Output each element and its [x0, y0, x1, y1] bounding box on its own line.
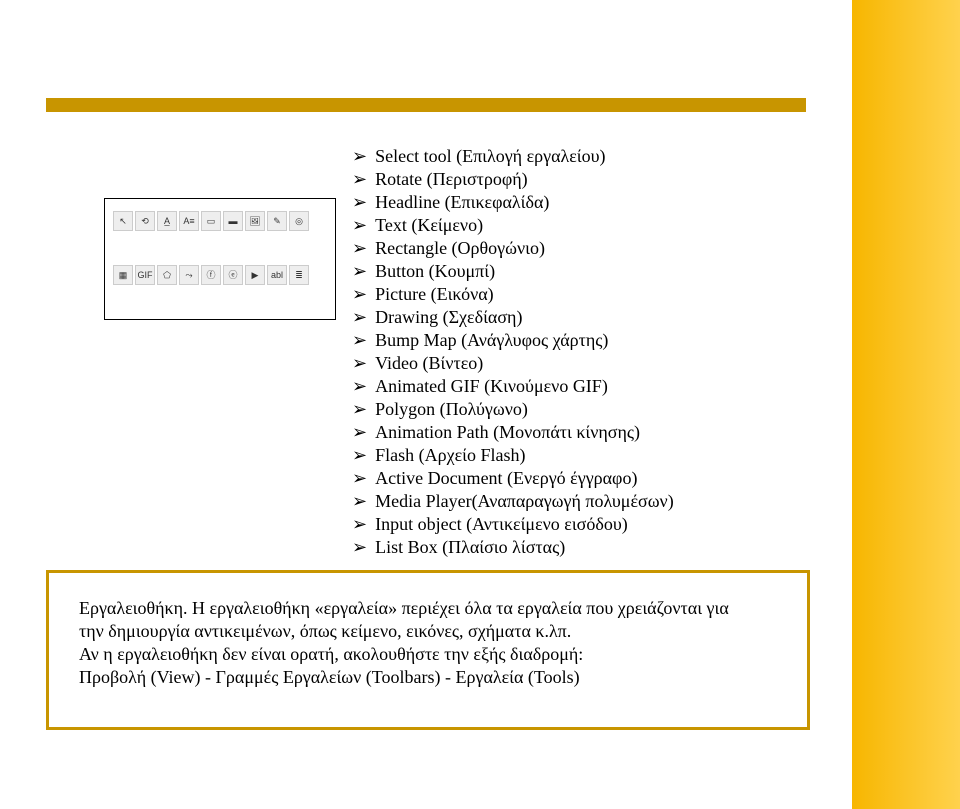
bullet-icon: ➢: [352, 307, 367, 327]
bullet-icon: ➢: [352, 284, 367, 304]
toolbar-row-1: ↖ ⟲ A̲ A≡ ▭ ▬ 🖼 ✎ ◎: [111, 209, 329, 233]
callout-line-1: Εργαλειοθήκη. Η εργαλειοθήκη «εργαλεία» …: [79, 598, 777, 619]
tool-list-item-label: Video (Βίντεο): [375, 353, 483, 373]
button-icon: ▬: [223, 211, 243, 231]
tool-list-item: ➢ Drawing (Σχεδίαση): [352, 307, 674, 328]
tool-list-item: ➢ Button (Κουμπί): [352, 261, 674, 282]
toolbar-row-2: ▦ GIF ⬠ ⤳ ⓕ ⓔ ▶ abl ≣: [111, 263, 329, 287]
listbox-icon: ≣: [289, 265, 309, 285]
tool-list-item: ➢ Select tool (Επιλογή εργαλείου): [352, 146, 674, 167]
tool-list-item-label: List Box (Πλαίσιο λίστας): [375, 537, 565, 557]
path-icon: ⤳: [179, 265, 199, 285]
tool-list-item-label: Button (Κουμπί): [375, 261, 495, 281]
select-tool-icon: ↖: [113, 211, 133, 231]
tool-list-item: ➢ Video (Βίντεο): [352, 353, 674, 374]
bullet-icon: ➢: [352, 353, 367, 373]
picture-icon: 🖼: [245, 211, 265, 231]
tool-list-item: ➢ Text (Κείμενο): [352, 215, 674, 236]
tool-list-item: ➢ Picture (Εικόνα): [352, 284, 674, 305]
text-icon: A≡: [179, 211, 199, 231]
tool-list-item: ➢ Media Player(Αναπαραγωγή πολυμέσων): [352, 491, 674, 512]
headline-icon: A̲: [157, 211, 177, 231]
tool-list-item: ➢ Input object (Αντικείμενο εισόδου): [352, 514, 674, 535]
gif-icon: GIF: [135, 265, 155, 285]
polygon-icon: ⬠: [157, 265, 177, 285]
bullet-icon: ➢: [352, 192, 367, 212]
tool-list-item-label: Animated GIF (Κινούμενο GIF): [375, 376, 608, 396]
bullet-icon: ➢: [352, 376, 367, 396]
tool-list-item-label: Select tool (Επιλογή εργαλείου): [375, 146, 605, 166]
callout-line-4: Προβολή (View) - Γραμμές Εργαλείων (Tool…: [79, 667, 777, 688]
media-player-icon: ▶: [245, 265, 265, 285]
bullet-icon: ➢: [352, 537, 367, 557]
input-object-icon: abl: [267, 265, 287, 285]
note-callout: Εργαλειοθήκη. Η εργαλειοθήκη «εργαλεία» …: [46, 570, 810, 730]
bullet-icon: ➢: [352, 169, 367, 189]
bullet-icon: ➢: [352, 146, 367, 166]
tool-list-item: ➢ Rotate (Περιστροφή): [352, 169, 674, 190]
tool-list-item: ➢ Animation Path (Μονοπάτι κίνησης): [352, 422, 674, 443]
tool-list-item-label: Text (Κείμενο): [375, 215, 483, 235]
rotate-icon: ⟲: [135, 211, 155, 231]
bumpmap-icon: ◎: [289, 211, 309, 231]
tool-list-item: ➢ Polygon (Πολύγωνο): [352, 399, 674, 420]
callout-line-3: Αν η εργαλειοθήκη δεν είναι ορατή, ακολο…: [79, 644, 777, 665]
tool-list-item: ➢ Headline (Επικεφαλίδα): [352, 192, 674, 213]
bullet-icon: ➢: [352, 468, 367, 488]
tool-list-item-label: Media Player(Αναπαραγωγή πολυμέσων): [375, 491, 674, 511]
rectangle-icon: ▭: [201, 211, 221, 231]
bullet-icon: ➢: [352, 330, 367, 350]
tool-list-item: ➢ Bump Map (Ανάγλυφος χάρτης): [352, 330, 674, 351]
tool-list-item-label: Rectangle (Ορθογώνιο): [375, 238, 545, 258]
bullet-icon: ➢: [352, 445, 367, 465]
flash-icon: ⓕ: [201, 265, 221, 285]
tool-list-item-label: Flash (Αρχείο Flash): [375, 445, 525, 465]
tool-list-item-label: Rotate (Περιστροφή): [375, 169, 528, 189]
bullet-icon: ➢: [352, 422, 367, 442]
tool-list-item: ➢ Rectangle (Ορθογώνιο): [352, 238, 674, 259]
bullet-icon: ➢: [352, 491, 367, 511]
active-doc-icon: ⓔ: [223, 265, 243, 285]
tool-list-item: ➢ Active Document (Ενεργό έγγραφο): [352, 468, 674, 489]
tool-list-item-label: Animation Path (Μονοπάτι κίνησης): [375, 422, 640, 442]
bullet-icon: ➢: [352, 261, 367, 281]
video-icon: ▦: [113, 265, 133, 285]
top-rule: [46, 98, 806, 112]
tool-list-item-label: Picture (Εικόνα): [375, 284, 494, 304]
tool-list-item-label: Bump Map (Ανάγλυφος χάρτης): [375, 330, 608, 350]
tool-list-item-label: Drawing (Σχεδίαση): [375, 307, 522, 327]
toolbox-frame: ↖ ⟲ A̲ A≡ ▭ ▬ 🖼 ✎ ◎ ▦ GIF ⬠ ⤳ ⓕ ⓔ ▶ abl …: [104, 198, 336, 320]
tool-list-item: ➢ List Box (Πλαίσιο λίστας): [352, 537, 674, 558]
tool-list-item: ➢ Animated GIF (Κινούμενο GIF): [352, 376, 674, 397]
drawing-icon: ✎: [267, 211, 287, 231]
callout-line-2: την δημιουργία αντικειμένων, όπως κείμεν…: [79, 621, 777, 642]
tool-list: ➢ Select tool (Επιλογή εργαλείου) ➢ Rotate …: [352, 146, 674, 560]
right-accent-band: [852, 0, 960, 809]
tool-list-item-label: Active Document (Ενεργό έγγραφο): [375, 468, 637, 488]
tool-list-item-label: Polygon (Πολύγωνο): [375, 399, 528, 419]
bullet-icon: ➢: [352, 399, 367, 419]
tool-list-item-label: Input object (Αντικείμενο εισόδου): [375, 514, 628, 534]
tool-list-item: ➢ Flash (Αρχείο Flash): [352, 445, 674, 466]
tool-list-item-label: Headline (Επικεφαλίδα): [375, 192, 549, 212]
bullet-icon: ➢: [352, 514, 367, 534]
bullet-icon: ➢: [352, 238, 367, 258]
bullet-icon: ➢: [352, 215, 367, 235]
